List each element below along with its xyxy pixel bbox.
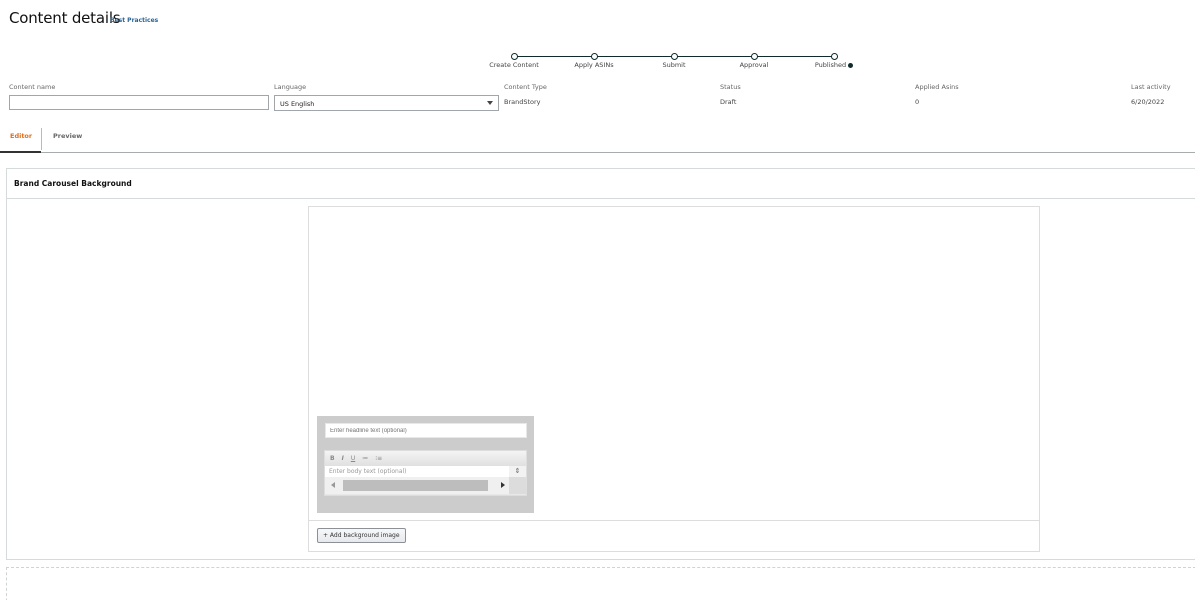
background-image-area[interactable]: B I U ≔ ⁝≡ Enter body text (optional) ⇕ (309, 207, 1039, 521)
language-select[interactable]: US English (274, 95, 499, 111)
rte-toolbar: B I U ≔ ⁝≡ (325, 451, 526, 466)
bold-icon[interactable]: B (330, 455, 335, 462)
background-editor: B I U ≔ ⁝≡ Enter body text (optional) ⇕ … (308, 206, 1040, 552)
active-tab-indicator (0, 151, 41, 153)
step-approval: Approval (714, 52, 794, 69)
step-apply-asins: Apply ASINs (554, 52, 634, 69)
vertical-scroll-arrows-icon[interactable]: ⇕ (509, 466, 526, 477)
body-text-input[interactable]: Enter body text (optional) (325, 466, 511, 477)
step-label: Apply ASINs (574, 61, 614, 69)
body-text-editor: B I U ≔ ⁝≡ Enter body text (optional) ⇕ (324, 450, 527, 496)
workflow-stepper: Create Content Apply ASINs Submit Approv… (480, 52, 870, 72)
step-dot (750, 53, 758, 60)
numbered-list-icon[interactable]: ⁝≡ (375, 455, 382, 462)
applied-asins-label: Applied Asins (915, 83, 959, 91)
step-dot (510, 53, 518, 60)
scrollbar-corner (509, 477, 526, 494)
language-label: Language (274, 83, 307, 91)
content-name-label: Content name (9, 83, 56, 91)
tab-preview[interactable]: Preview (53, 132, 82, 140)
underline-icon[interactable]: U (351, 455, 355, 462)
best-practices-link[interactable]: Best Practices (110, 17, 158, 24)
step-dot (830, 53, 838, 60)
step-published: Published (794, 52, 874, 69)
status-label: Status (720, 83, 741, 91)
scroll-right-icon[interactable] (501, 482, 505, 488)
chevron-down-icon (487, 101, 493, 105)
italic-icon[interactable]: I (342, 455, 344, 462)
content-type-label: Content Type (504, 83, 547, 91)
step-label-text: Published (814, 61, 847, 69)
step-label: Published (794, 61, 874, 69)
horizontal-scrollbar[interactable] (325, 477, 511, 494)
add-module-placeholder[interactable] (6, 567, 1195, 600)
content-type-value: BrandStory (504, 98, 541, 106)
step-create-content: Create Content (474, 52, 554, 69)
add-background-image-button[interactable]: + Add background image (317, 528, 406, 543)
content-name-input[interactable] (9, 95, 269, 110)
step-label: Approval (739, 61, 769, 69)
module-title: Brand Carousel Background (7, 169, 1195, 199)
step-label: Submit (662, 61, 686, 69)
tab-divider (41, 128, 42, 150)
bullet-list-icon[interactable]: ≔ (362, 455, 368, 462)
language-value: US English (280, 100, 315, 108)
applied-asins-value: 0 (915, 98, 920, 106)
step-label: Create Content (489, 61, 539, 69)
last-activity-label: Last activity (1131, 83, 1171, 91)
headline-input[interactable] (325, 423, 527, 438)
step-dot (590, 53, 598, 60)
step-submit: Submit (634, 52, 714, 69)
scroll-left-icon[interactable] (331, 482, 335, 488)
tab-editor[interactable]: Editor (10, 132, 32, 140)
text-overlay-box: B I U ≔ ⁝≡ Enter body text (optional) ⇕ (317, 416, 534, 513)
step-dot (670, 53, 678, 60)
info-icon[interactable] (848, 62, 854, 68)
status-value: Draft (720, 98, 737, 106)
editor-tabs: Editor Preview (0, 126, 1195, 153)
scrollbar-thumb[interactable] (343, 480, 488, 491)
last-activity-value: 6/20/2022 (1131, 98, 1165, 106)
page-title: Content details (9, 9, 121, 27)
